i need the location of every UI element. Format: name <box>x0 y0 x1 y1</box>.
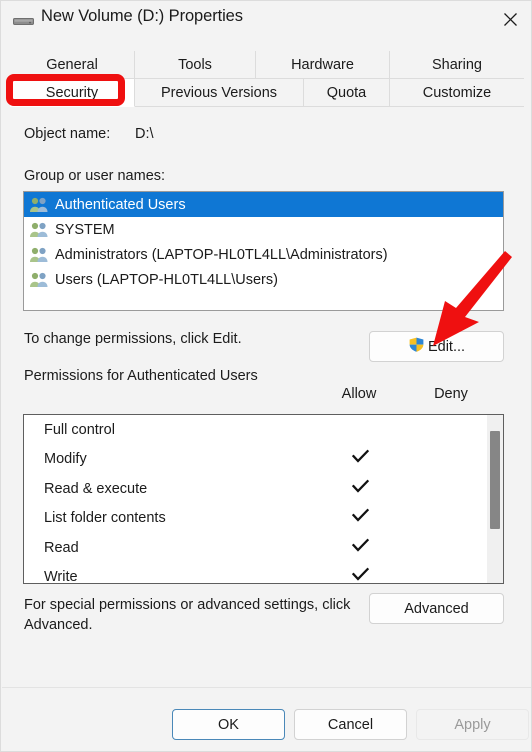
checkmark-icon <box>351 508 369 522</box>
tab-security[interactable]: Security <box>10 79 135 107</box>
list-item[interactable]: SYSTEM <box>24 217 503 242</box>
list-item[interactable]: Users (LAPTOP-HL0TL4LL\Users) <box>24 267 503 292</box>
tab-row-1: General Tools Hardware Sharing <box>10 51 524 79</box>
permission-allow-cell[interactable] <box>334 567 386 583</box>
permission-allow-cell[interactable] <box>334 538 386 558</box>
list-item-label: Users (LAPTOP-HL0TL4LL\Users) <box>55 271 278 288</box>
permission-name: Read & execute <box>44 480 148 497</box>
drive-icon <box>13 14 34 25</box>
users-group-icon <box>29 221 49 239</box>
tab-quota[interactable]: Quota <box>304 79 390 107</box>
users-group-icon <box>29 271 49 289</box>
permissions-list[interactable]: Full control Modify Read & execute List … <box>23 414 504 584</box>
list-item-label: SYSTEM <box>55 221 115 238</box>
permission-name: Write <box>44 569 78 584</box>
table-row[interactable]: Modify <box>24 445 503 475</box>
permissions-for-label: Permissions for Authenticated Users <box>24 368 258 384</box>
edit-button[interactable]: Edit... <box>369 331 504 362</box>
allow-column-header: Allow <box>341 386 377 402</box>
advanced-button[interactable]: Advanced <box>369 593 504 624</box>
tab-row-2: Security Previous Versions Quota Customi… <box>10 79 524 107</box>
tab-previous-versions[interactable]: Previous Versions <box>135 79 304 107</box>
checkmark-icon <box>351 567 369 581</box>
object-name-label: Object name: <box>24 126 111 142</box>
users-group-icon <box>29 196 49 214</box>
list-item[interactable]: Authenticated Users <box>24 192 503 217</box>
users-group-icon <box>29 246 49 264</box>
permission-allow-cell[interactable] <box>334 479 386 499</box>
tab-sharing[interactable]: Sharing <box>390 51 524 79</box>
permission-name: List folder contents <box>44 510 166 527</box>
list-item[interactable]: Administrators (LAPTOP-HL0TL4LL\Administ… <box>24 242 503 267</box>
permission-name: Full control <box>44 421 115 438</box>
list-item-label: Administrators (LAPTOP-HL0TL4LL\Administ… <box>55 246 388 263</box>
scrollbar-thumb[interactable] <box>490 431 500 529</box>
group-or-user-names-label: Group or user names: <box>24 168 166 184</box>
ok-button[interactable]: OK <box>172 709 285 740</box>
permission-allow-cell[interactable] <box>334 508 386 528</box>
close-icon[interactable] <box>493 4 527 34</box>
permission-name: Read <box>44 539 79 556</box>
table-row[interactable]: List folder contents <box>24 504 503 534</box>
tab-strip: General Tools Hardware Sharing Security … <box>10 51 524 107</box>
title-bar: New Volume (D:) Properties <box>1 1 531 37</box>
deny-column-header: Deny <box>434 386 468 402</box>
apply-button: Apply <box>416 709 529 740</box>
cancel-button[interactable]: Cancel <box>294 709 407 740</box>
permission-name: Modify <box>44 451 87 468</box>
checkmark-icon <box>351 479 369 493</box>
tab-customize[interactable]: Customize <box>390 79 524 107</box>
table-row[interactable]: Read & execute <box>24 474 503 504</box>
permissions-scrollbar[interactable] <box>487 415 503 583</box>
uac-shield-icon <box>408 336 425 357</box>
group-or-user-names-list[interactable]: Authenticated Users SYSTEM Administrator… <box>23 191 504 311</box>
checkmark-icon <box>351 538 369 552</box>
window-title: New Volume (D:) Properties <box>41 7 243 25</box>
tab-tools[interactable]: Tools <box>135 51 256 79</box>
list-item-label: Authenticated Users <box>55 196 186 213</box>
table-row[interactable]: Read <box>24 533 503 563</box>
checkmark-icon <box>351 449 369 463</box>
change-permissions-hint: To change permissions, click Edit. <box>24 331 242 347</box>
advanced-hint: For special permissions or advanced sett… <box>24 597 351 633</box>
tab-general[interactable]: General <box>10 51 135 79</box>
object-name-value: D:\ <box>135 126 154 142</box>
properties-dialog: New Volume (D:) Properties General Tools… <box>0 0 532 752</box>
tab-hardware[interactable]: Hardware <box>256 51 390 79</box>
edit-button-label: Edit... <box>427 338 466 355</box>
table-row[interactable]: Write <box>24 563 503 584</box>
table-row[interactable]: Full control <box>24 415 503 445</box>
permission-allow-cell[interactable] <box>334 449 386 469</box>
